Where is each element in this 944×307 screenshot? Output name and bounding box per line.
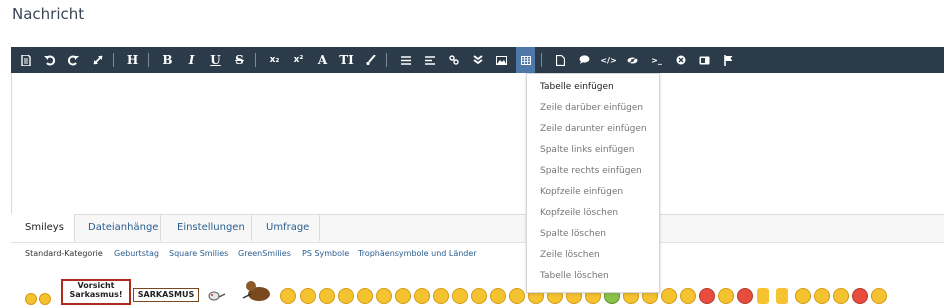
toolbar-separator bbox=[541, 53, 542, 67]
menu-item-spalte-loeschen[interactable]: Spalte löschen bbox=[540, 229, 606, 239]
toolbar-separator bbox=[386, 53, 387, 67]
menu-item-tabelle-einfuegen[interactable]: Tabelle einfügen bbox=[540, 82, 614, 92]
smiley[interactable] bbox=[814, 288, 830, 304]
tab-divider bbox=[160, 215, 161, 241]
thumbs-up-icon[interactable] bbox=[776, 288, 788, 304]
tab-umfrage[interactable]: Umfrage bbox=[266, 215, 309, 241]
quote-bubble-icon[interactable] bbox=[575, 47, 594, 73]
table-icon[interactable] bbox=[516, 47, 535, 73]
category-geburtstag[interactable]: Geburtstag bbox=[114, 249, 159, 258]
redo-icon[interactable] bbox=[64, 47, 83, 73]
heading-button[interactable]: H bbox=[123, 47, 142, 73]
collapse-icon[interactable] bbox=[468, 47, 487, 73]
sign-line-1: Vorsicht bbox=[77, 281, 115, 290]
smiley[interactable] bbox=[280, 288, 296, 304]
category-standard[interactable]: Standard-Kategorie bbox=[25, 249, 103, 258]
smiley[interactable] bbox=[737, 288, 753, 304]
smiley-category-bar: Standard-Kategorie Geburtstag Square Smi… bbox=[11, 242, 944, 267]
smiley[interactable] bbox=[376, 288, 392, 304]
smiley[interactable] bbox=[871, 288, 887, 304]
toolbar-separator bbox=[113, 53, 114, 67]
category-greensmilies[interactable]: GreenSmilies bbox=[238, 249, 291, 258]
list-icon[interactable] bbox=[396, 47, 415, 73]
spoiler-icon[interactable] bbox=[623, 47, 642, 73]
smiley[interactable] bbox=[795, 288, 811, 304]
category-ps-symbole[interactable]: PS Symbole bbox=[302, 249, 349, 258]
image-icon[interactable] bbox=[492, 47, 511, 73]
editor-area[interactable] bbox=[11, 73, 944, 215]
cartoon-figure-icon[interactable] bbox=[207, 288, 227, 301]
media-icon[interactable] bbox=[695, 47, 714, 73]
smiley[interactable] bbox=[718, 288, 734, 304]
link-icon[interactable] bbox=[444, 47, 463, 73]
page-title: Nachricht bbox=[12, 5, 85, 23]
category-trophaeen[interactable]: Trophäensymbole und Länder bbox=[358, 249, 477, 258]
smiley[interactable] bbox=[319, 288, 335, 304]
sign-line-2: Sarkasmus! bbox=[69, 290, 123, 299]
smiley-strip: Vorsicht Sarkasmus! SARKASMUS bbox=[11, 266, 944, 305]
smiley[interactable] bbox=[471, 288, 487, 304]
code-button[interactable]: </> bbox=[599, 47, 618, 73]
fullscreen-icon[interactable] bbox=[88, 47, 107, 73]
dog-figure-icon[interactable] bbox=[241, 280, 275, 301]
smiley[interactable] bbox=[680, 288, 696, 304]
smiley[interactable] bbox=[300, 288, 316, 304]
menu-item-zeile-darueber-einfuegen[interactable]: Zeile darüber einfügen bbox=[540, 103, 643, 113]
smiley[interactable] bbox=[833, 288, 849, 304]
smiley[interactable] bbox=[490, 288, 506, 304]
undo-icon[interactable] bbox=[40, 47, 59, 73]
smiley[interactable] bbox=[852, 288, 868, 304]
vorsicht-sarkasmus-sign[interactable]: Vorsicht Sarkasmus! bbox=[61, 279, 131, 305]
italic-button[interactable]: I bbox=[182, 47, 201, 73]
color-brush-icon[interactable] bbox=[361, 47, 380, 73]
menu-item-spalte-links-einfuegen[interactable]: Spalte links einfügen bbox=[540, 145, 634, 155]
menu-item-kopfzeile-einfuegen[interactable]: Kopfzeile einfügen bbox=[540, 187, 623, 197]
category-square-smilies[interactable]: Square Smilies bbox=[169, 249, 228, 258]
flag-icon[interactable] bbox=[719, 47, 738, 73]
font-size-button[interactable]: TI bbox=[337, 47, 356, 73]
smiley[interactable] bbox=[25, 293, 37, 305]
menu-item-zeile-darunter-einfuegen[interactable]: Zeile darunter einfügen bbox=[540, 124, 647, 134]
close-circle-icon[interactable] bbox=[671, 47, 690, 73]
strikethrough-button[interactable]: S bbox=[230, 47, 249, 73]
toolbar-separator bbox=[148, 53, 149, 67]
menu-item-tabelle-loeschen[interactable]: Tabelle löschen bbox=[540, 271, 609, 281]
toolbar-separator bbox=[255, 53, 256, 67]
tab-divider bbox=[319, 215, 320, 241]
bold-button[interactable]: B bbox=[158, 47, 177, 73]
smiley[interactable] bbox=[39, 293, 51, 305]
menu-item-spalte-rechts-einfuegen[interactable]: Spalte rechts einfügen bbox=[540, 166, 642, 176]
subscript-button[interactable]: x₂ bbox=[265, 47, 284, 73]
smiley[interactable] bbox=[509, 288, 525, 304]
table-dropdown-menu: Tabelle einfügen Zeile darüber einfügen … bbox=[526, 73, 660, 293]
tab-einstellungen[interactable]: Einstellungen bbox=[177, 215, 245, 241]
menu-item-kopfzeile-loeschen[interactable]: Kopfzeile löschen bbox=[540, 208, 618, 218]
smiley[interactable] bbox=[433, 288, 449, 304]
smiley[interactable] bbox=[414, 288, 430, 304]
thumbs-down-icon[interactable] bbox=[757, 288, 769, 304]
terminal-button[interactable]: >_ bbox=[647, 47, 666, 73]
menu-item-zeile-loeschen[interactable]: Zeile löschen bbox=[540, 250, 600, 260]
smiley[interactable] bbox=[699, 288, 715, 304]
source-icon[interactable] bbox=[16, 47, 35, 73]
tab-divider bbox=[251, 215, 252, 241]
align-icon[interactable] bbox=[420, 47, 439, 73]
tab-dateianhaenge[interactable]: Dateianhänge bbox=[88, 215, 158, 241]
smiley[interactable] bbox=[661, 288, 677, 304]
tab-smileys[interactable]: Smileys bbox=[25, 215, 64, 241]
smiley[interactable] bbox=[395, 288, 411, 304]
font-button[interactable]: A bbox=[313, 47, 332, 73]
document-icon[interactable] bbox=[551, 47, 570, 73]
underline-button[interactable]: U bbox=[206, 47, 225, 73]
smiley[interactable] bbox=[452, 288, 468, 304]
smiley[interactable] bbox=[357, 288, 373, 304]
smiley[interactable] bbox=[338, 288, 354, 304]
editor-tabs-panel: Smileys Dateianhänge Einstellungen Umfra… bbox=[11, 214, 944, 305]
superscript-button[interactable]: x² bbox=[289, 47, 308, 73]
editor-toolbar: H B I U S x₂ x² A TI </> >_ bbox=[11, 47, 944, 73]
